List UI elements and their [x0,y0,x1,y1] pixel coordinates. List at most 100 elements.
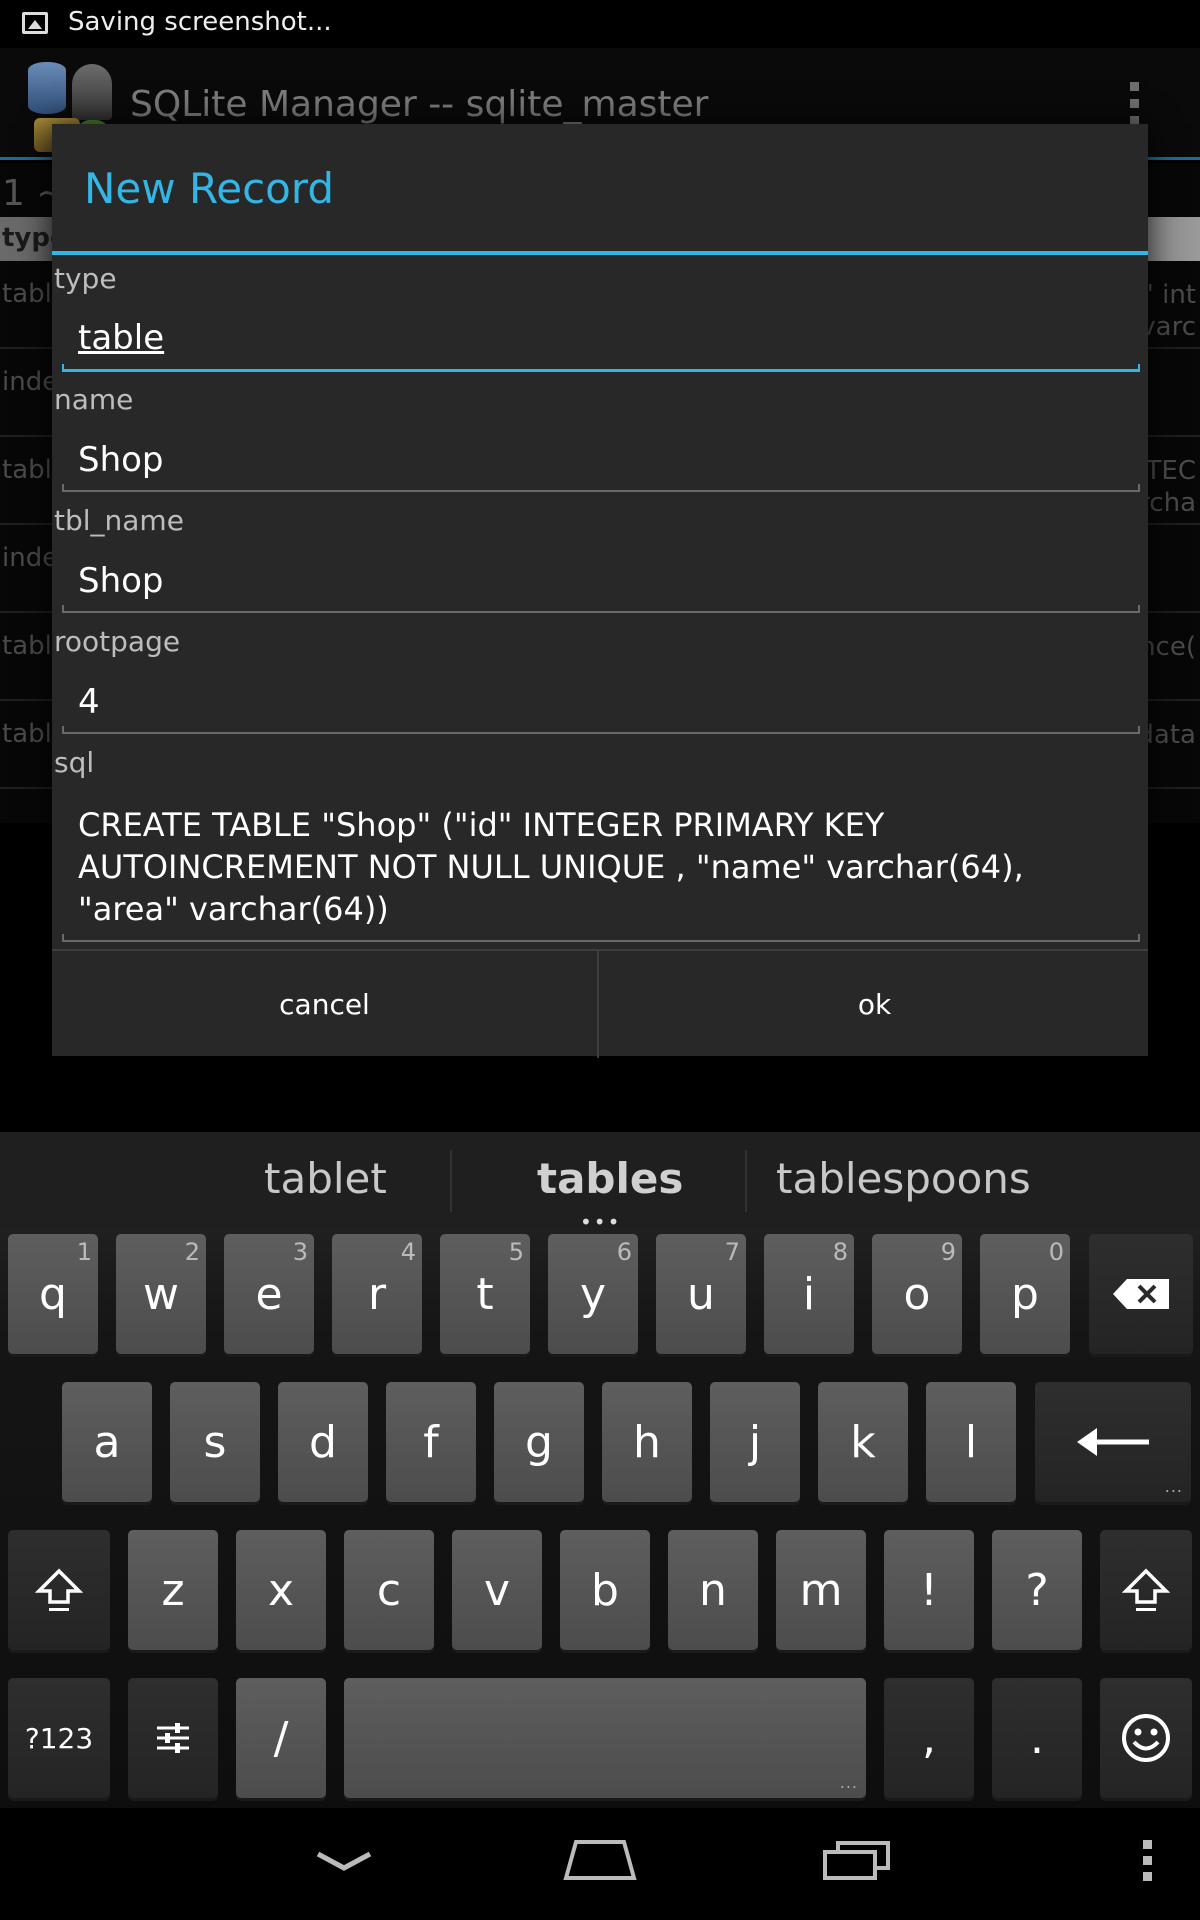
spacebar-key[interactable]: ... [344,1678,866,1798]
key-b[interactable]: b [560,1530,650,1650]
rootpage-field[interactable]: 4 [62,668,1140,734]
key-u[interactable]: u7 [656,1234,746,1354]
recent-apps-icon[interactable] [822,1840,892,1880]
key-j-label: j [748,1416,762,1468]
enter-key[interactable]: ... [1035,1382,1191,1502]
key-h[interactable]: h [602,1382,692,1502]
type-field[interactable]: table [62,304,1140,372]
navigation-bar [0,1808,1200,1920]
title-divider [52,251,1148,255]
dialog-title: New Record [84,164,335,213]
key-y-label: y [579,1268,607,1320]
key-o-label: o [903,1268,931,1320]
emoji-smiley-icon [1122,1714,1170,1762]
symbols-key[interactable]: ?123 [8,1678,110,1798]
enter-more-dots: ... [1164,1477,1183,1496]
key-n[interactable]: n [668,1530,758,1650]
key-e[interactable]: e3 [224,1234,314,1354]
row-cell-type: tabl [2,279,52,309]
rootpage-value: 4 [78,682,100,722]
key-k[interactable]: k [818,1382,908,1502]
emoji-key[interactable] [1100,1678,1192,1798]
key-y-hint: 6 [616,1238,632,1266]
tbl-name-field[interactable]: Shop [62,547,1140,613]
key-e-label: e [255,1268,283,1320]
key-v[interactable]: v [452,1530,542,1650]
key-p-label: p [1011,1268,1039,1320]
notification-text: Saving screenshot... [68,7,332,37]
key-k-label: k [850,1416,876,1468]
new-record-dialog: New Record type table name Shop tbl_name… [52,124,1148,1058]
screenshot-icon [22,12,48,34]
row-cell-type: inde [2,367,59,397]
key-a[interactable]: a [62,1382,152,1502]
key-a-label: a [93,1416,121,1468]
key-question-label: ? [1025,1564,1049,1616]
key-exclamation[interactable]: ! [884,1530,974,1650]
backspace-key[interactable] [1089,1234,1193,1354]
key-l[interactable]: l [926,1382,1016,1502]
back-down-icon[interactable] [314,1850,374,1874]
key-o[interactable]: o9 [872,1234,962,1354]
ok-button[interactable]: ok [601,951,1148,1058]
suggestion-tablespoons[interactable]: tablespoons [776,1154,1031,1203]
key-w[interactable]: w2 [116,1234,206,1354]
key-u-hint: 7 [724,1238,740,1266]
settings-key[interactable] [128,1678,218,1798]
overflow-menu-icon[interactable] [1130,82,1142,126]
key-f[interactable]: f [386,1382,476,1502]
suggestion-more-dots: ••• [580,1210,622,1234]
cancel-button[interactable]: cancel [52,951,599,1058]
suggestion-tablet[interactable]: tablet [264,1154,387,1203]
sql-value: CREATE TABLE "Shop" ("id" INTEGER PRIMAR… [78,806,1024,928]
shift-key-right[interactable] [1100,1530,1192,1650]
slash-key[interactable]: / [236,1678,326,1798]
sql-field[interactable]: CREATE TABLE "Shop" ("id" INTEGER PRIMAR… [62,802,1140,942]
key-j[interactable]: j [710,1382,800,1502]
key-i-hint: 8 [832,1238,848,1266]
row-cell-type: tabl [2,719,52,749]
key-p[interactable]: p0 [980,1234,1070,1354]
key-p-hint: 0 [1048,1238,1064,1266]
shift-icon [1122,1568,1170,1611]
key-x[interactable]: x [236,1530,326,1650]
key-exclamation-label: ! [920,1564,938,1616]
shift-key-left[interactable] [8,1530,110,1650]
key-q[interactable]: q1 [8,1234,98,1354]
key-y[interactable]: y6 [548,1234,638,1354]
name-field[interactable]: Shop [62,426,1140,492]
key-t-hint: 5 [508,1238,524,1266]
home-icon[interactable] [562,1836,638,1882]
key-s[interactable]: s [170,1382,260,1502]
menu-overflow-icon[interactable] [1143,1840,1155,1881]
key-r[interactable]: r4 [332,1234,422,1354]
key-e-hint: 3 [292,1238,308,1266]
comma-key[interactable]: , [884,1678,974,1798]
key-q-hint: 1 [76,1238,92,1266]
key-z-label: z [161,1564,185,1616]
type-label: type [54,262,117,295]
row-cell-type: tabl [2,631,52,661]
rootpage-label: rootpage [54,625,181,658]
key-m-label: m [799,1564,843,1616]
key-g[interactable]: g [494,1382,584,1502]
row-cell-sql: " int varc [1140,279,1196,343]
key-i[interactable]: i8 [764,1234,854,1354]
key-m[interactable]: m [776,1530,866,1650]
row-cell-sql-line: " int [1141,280,1196,310]
row-cell-type: tabl [2,455,52,485]
key-g-label: g [525,1416,553,1468]
key-b-label: b [591,1564,619,1616]
key-d[interactable]: d [278,1382,368,1502]
key-c[interactable]: c [344,1530,434,1650]
key-t-label: t [476,1268,494,1320]
backspace-icon [1113,1279,1169,1309]
key-t[interactable]: t5 [440,1234,530,1354]
key-o-hint: 9 [940,1238,956,1266]
suggestion-tables[interactable]: tables [537,1154,683,1203]
key-z[interactable]: z [128,1530,218,1650]
name-value: Shop [78,440,164,480]
period-key[interactable]: . [992,1678,1082,1798]
key-question[interactable]: ? [992,1530,1082,1650]
suggestion-bar: tablet tables ••• tablespoons [0,1132,1200,1234]
